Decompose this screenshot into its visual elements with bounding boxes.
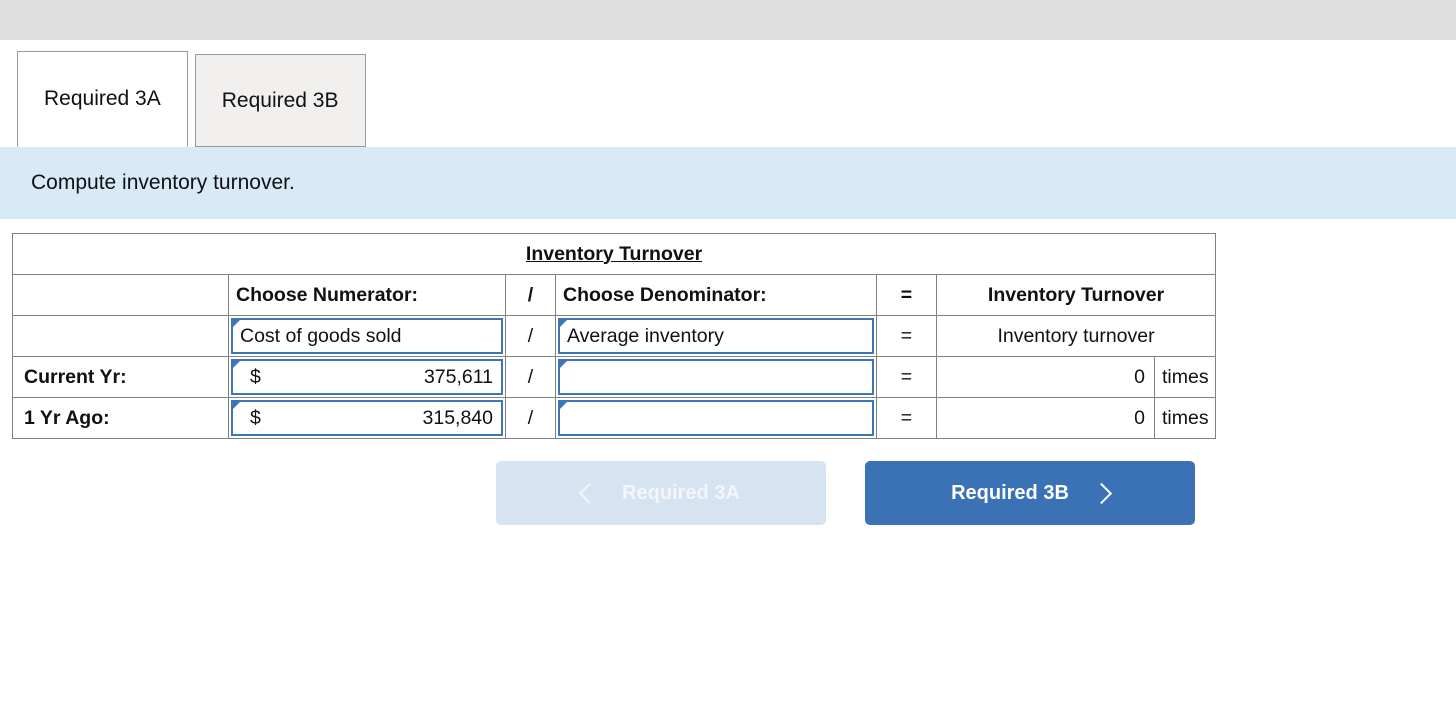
dropdown-marker-icon [558, 400, 569, 411]
result-value-one-yr-ago: 0 [936, 397, 1155, 439]
formula-divide-symbol: / [505, 315, 556, 357]
numerator-input-current-yr[interactable]: $ 375,611 [228, 356, 506, 398]
header-equals: = [876, 274, 937, 316]
result-value-current-yr: 0 [936, 356, 1155, 398]
next-required-3b-button[interactable]: Required 3B [865, 461, 1195, 525]
header-divide: / [505, 274, 556, 316]
row-label-one-yr-ago: 1 Yr Ago: [12, 397, 229, 439]
formula-row: Cost of goods sold / Average inventory =… [12, 315, 1217, 357]
instruction-text: Compute inventory turnover. [31, 171, 295, 194]
equals-symbol-one-yr-ago: = [876, 397, 937, 439]
denominator-dropdown-formula[interactable]: Average inventory [555, 315, 877, 357]
next-button-label: Required 3B [951, 481, 1069, 504]
worksheet-title: Inventory Turnover [11, 233, 1217, 275]
chevron-left-icon [578, 482, 601, 504]
chevron-right-icon [1090, 482, 1113, 504]
formula-result-label: Inventory turnover [935, 315, 1217, 357]
header-denominator: Choose Denominator: [555, 274, 877, 316]
row-label-current-yr: Current Yr: [12, 356, 229, 398]
divide-symbol-current-yr: / [505, 356, 556, 398]
instruction-band: Compute inventory turnover. [0, 147, 1456, 219]
navigation-buttons: Required 3A Required 3B [0, 439, 1456, 525]
dropdown-marker-icon [231, 318, 242, 329]
dropdown-marker-icon [231, 359, 242, 370]
result-units-one-yr-ago: times [1153, 397, 1217, 439]
numerator-dropdown-formula[interactable]: Cost of goods sold [228, 315, 506, 357]
inventory-turnover-table: Inventory Turnover Choose Numerator: / C… [11, 233, 1217, 439]
formula-equals-symbol: = [876, 315, 937, 357]
denominator-dropdown-formula-value: Average inventory [567, 324, 724, 347]
tab-required-3a[interactable]: Required 3A [17, 51, 188, 147]
numerator-dropdown-formula-value: Cost of goods sold [240, 324, 402, 347]
dropdown-marker-icon [558, 359, 569, 370]
dropdown-marker-icon [558, 318, 569, 329]
tab-required-3b-label: Required 3B [221, 88, 339, 112]
prev-required-3a-button[interactable]: Required 3A [496, 461, 826, 525]
tab-strip: Required 3A Required 3B [0, 40, 1456, 147]
formula-row-label [12, 315, 229, 357]
table-header-row: Choose Numerator: / Choose Denominator: … [12, 274, 1217, 316]
numerator-value-current-yr: 375,611 [423, 365, 493, 388]
table-row: Current Yr: $ 375,611 / = 0 times [12, 356, 1217, 398]
worksheet-container: Inventory Turnover Choose Numerator: / C… [0, 219, 1456, 439]
header-result: Inventory Turnover [935, 274, 1217, 316]
header-blank [12, 274, 229, 316]
table-title-row: Inventory Turnover [11, 233, 1217, 275]
dropdown-marker-icon [231, 400, 242, 411]
numerator-input-one-yr-ago[interactable]: $ 315,840 [228, 397, 506, 439]
tab-required-3a-label: Required 3A [44, 87, 161, 110]
equals-symbol-current-yr: = [876, 356, 937, 398]
prev-button-label: Required 3A [622, 481, 740, 504]
tab-required-3b[interactable]: Required 3B [194, 54, 366, 147]
result-units-current-yr: times [1153, 356, 1217, 398]
numerator-value-one-yr-ago: 315,840 [422, 406, 494, 429]
denominator-input-current-yr[interactable] [555, 356, 877, 398]
header-numerator: Choose Numerator: [228, 274, 506, 316]
denominator-input-one-yr-ago[interactable] [555, 397, 877, 439]
divide-symbol-one-yr-ago: / [505, 397, 556, 439]
top-gray-bar [0, 0, 1456, 40]
table-row: 1 Yr Ago: $ 315,840 / = 0 times [12, 397, 1217, 439]
